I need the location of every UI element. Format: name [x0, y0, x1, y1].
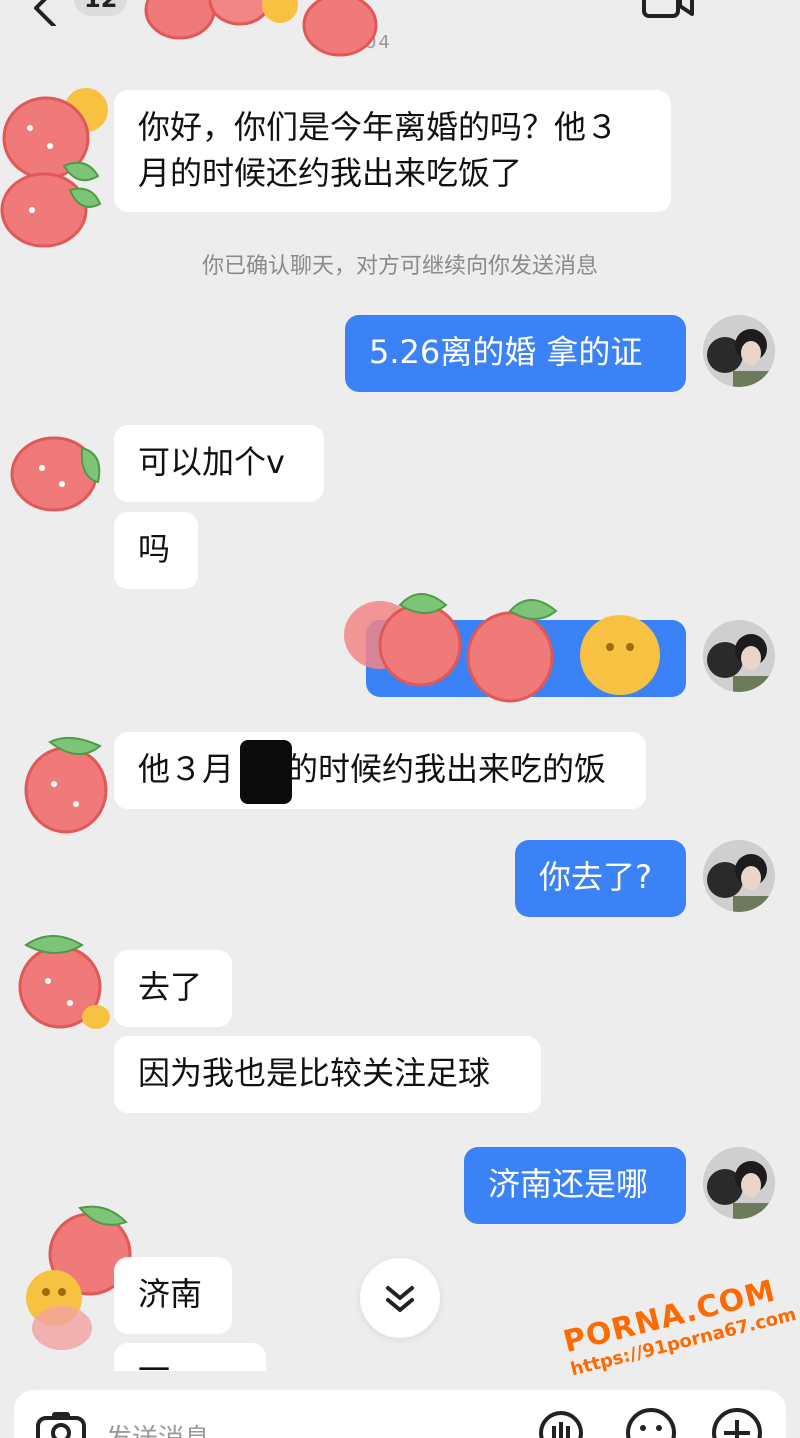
emoji-icon — [626, 1408, 676, 1438]
strawberry-sticker-icon — [144, 0, 378, 57]
message-bubble-received[interactable]: 一 — [114, 1343, 266, 1371]
message-text: 一 — [138, 1351, 171, 1371]
message-text: 济南还是哪 — [488, 1165, 649, 1203]
more-dots-icon — [722, 0, 772, 18]
chat-confirm-notice: 你已确认聊天，对方可继续向你发送消息 — [201, 254, 598, 279]
message-text: 吗 — [138, 530, 171, 568]
message-input[interactable]: 发送消息 — [106, 1418, 210, 1438]
message-bubble-received[interactable]: 他３月 的时候约我出来吃的饭 — [114, 732, 646, 809]
message-bubble-sent[interactable]: 济南还是哪 — [464, 1147, 686, 1224]
plus-icon — [712, 1408, 762, 1438]
message-bubble-sent[interactable]: 你去了? — [515, 840, 686, 917]
message-text: 你去了? — [539, 858, 652, 896]
message-bubble-received[interactable]: 济南 — [114, 1257, 232, 1334]
message-text: 济南 — [138, 1275, 203, 1313]
other-user-avatar[interactable] — [12, 925, 112, 1035]
message-bubble-received[interactable]: 去了 — [114, 950, 232, 1027]
message-text: 可以加个v — [138, 443, 285, 481]
message-text-part: 他３月 — [138, 750, 235, 788]
video-camera-icon — [642, 0, 694, 18]
camera-icon — [36, 1412, 86, 1438]
self-avatar[interactable] — [703, 620, 775, 692]
message-text-line: 月的时候还约我出来吃饭了 — [138, 154, 523, 192]
emoji-button[interactable] — [624, 1406, 678, 1438]
message-bubble-received[interactable]: 因为我也是比较关注足球 — [114, 1036, 541, 1113]
self-avatar[interactable] — [703, 1147, 775, 1219]
voice-icon — [539, 1411, 583, 1438]
self-avatar[interactable] — [703, 315, 775, 387]
message-text-line: 你好，你们是今年离婚的吗？他３ — [138, 108, 619, 146]
double-chevron-down-icon — [386, 1286, 414, 1312]
strawberry-sticker-icon — [344, 593, 660, 703]
other-user-avatar[interactable] — [0, 80, 110, 250]
message-text: 5.26离的婚 拿的证 — [369, 333, 643, 371]
message-bubble-received[interactable]: 吗 — [114, 512, 198, 589]
message-text: 去了 — [138, 968, 203, 1006]
message-text: 因为我也是比较关注足球 — [138, 1054, 491, 1092]
back-button[interactable] — [26, 0, 66, 28]
more-options-button[interactable] — [722, 0, 772, 18]
redaction-mark — [240, 740, 292, 804]
camera-button[interactable] — [34, 1410, 88, 1438]
other-user-avatar[interactable] — [20, 728, 120, 838]
message-bubble-received[interactable]: 可以加个v — [114, 425, 324, 502]
scroll-to-bottom-button[interactable] — [360, 1258, 440, 1338]
message-bubble-received[interactable]: 你好，你们是今年离婚的吗？他３ 月的时候还约我出来吃饭了 — [114, 90, 671, 212]
other-user-avatar[interactable] — [6, 418, 106, 528]
message-bubble-sent[interactable]: 5.26离的婚 拿的证 — [345, 315, 686, 392]
voice-button[interactable] — [538, 1410, 584, 1438]
watermark: PORNA.COM https://91porna67.com — [560, 1270, 798, 1380]
chevron-left-icon — [34, 0, 56, 28]
video-call-button[interactable] — [640, 0, 696, 20]
more-actions-button[interactable] — [710, 1406, 764, 1438]
self-avatar[interactable] — [703, 840, 775, 912]
message-text-part: 的时候约我出来吃的饭 — [286, 750, 607, 788]
